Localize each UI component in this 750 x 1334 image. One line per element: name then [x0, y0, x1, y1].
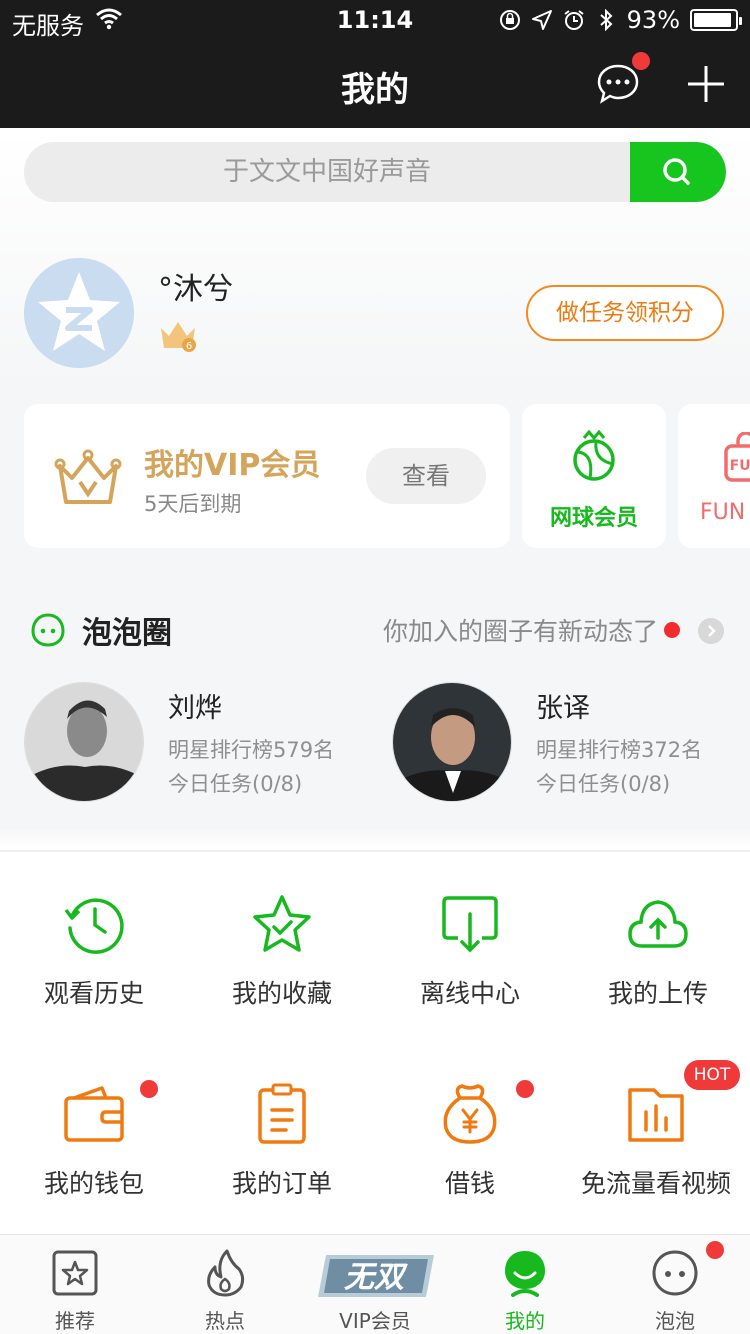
vip-member-card[interactable]: 我的VIP会员 5天后到期 查看 — [24, 404, 510, 548]
flame-icon — [207, 1249, 245, 1297]
star-portrait-image — [393, 683, 511, 801]
tab-recommend[interactable]: 推荐 — [0, 1235, 150, 1334]
tab-bubble[interactable]: 泡泡 — [600, 1235, 750, 1334]
task-points-button[interactable]: 做任务领积分 — [526, 285, 724, 341]
borrow-badge-dot — [516, 1080, 534, 1098]
grid-item-upload[interactable]: 我的上传 — [564, 892, 750, 1042]
hot-badge: HOT — [684, 1060, 740, 1090]
tennis-ball-icon — [573, 430, 615, 481]
message-icon[interactable] — [596, 62, 640, 106]
status-right: 93% — [499, 6, 742, 34]
star-card-liuye[interactable]: 刘烨 明星排行榜579名 今日任务(0/8) — [24, 680, 364, 804]
star-card-zhangyi[interactable]: 张译 明星排行榜372名 今日任务(0/8) — [392, 680, 732, 804]
star-portrait-image — [25, 683, 143, 801]
order-clipboard-icon — [258, 1083, 306, 1144]
favorite-star-icon — [253, 895, 311, 952]
history-icon — [64, 898, 124, 954]
section-divider — [0, 850, 750, 852]
alarm-icon — [564, 10, 584, 30]
tab-label: 泡泡 — [655, 1309, 695, 1333]
grid-item-label: 我的订单 — [231, 1169, 332, 1198]
wallet-icon — [64, 1086, 124, 1142]
tennis-member-card[interactable]: 网球会员 — [522, 404, 666, 548]
grid-item-borrow-money[interactable]: 借钱 — [376, 1080, 564, 1232]
money-bag-icon — [443, 1084, 497, 1144]
grid-item-label: 我的钱包 — [43, 1169, 144, 1198]
star-daily-task: 今日任务(0/8) — [536, 772, 671, 796]
fun-member-card[interactable]: FUN FUN — [678, 404, 750, 548]
message-unread-dot — [632, 52, 650, 70]
grid-item-label: 免流量看视频 — [580, 1169, 731, 1198]
grid-item-wallet[interactable]: 我的钱包 — [0, 1080, 188, 1232]
vip-title: 我的VIP会员 — [144, 448, 321, 483]
star-name: 刘烨 — [168, 693, 222, 724]
free-data-video-icon — [628, 1088, 684, 1142]
search-button[interactable] — [630, 142, 726, 202]
search-input[interactable] — [24, 142, 630, 202]
star-rank: 明星排行榜579名 — [168, 738, 335, 762]
avatar[interactable] — [24, 258, 134, 368]
svg-text:FUN: FUN — [730, 458, 750, 474]
tab-label: 推荐 — [55, 1309, 95, 1333]
bubble-update-dot — [664, 622, 680, 638]
star-daily-task: 今日任务(0/8) — [168, 772, 303, 796]
bluetooth-icon — [599, 9, 613, 31]
tab-label: 我的 — [505, 1309, 545, 1333]
grid-item-label: 观看历史 — [43, 979, 144, 1008]
bubble-tab-dot — [706, 1241, 724, 1259]
wushuang-logo: 无双 — [318, 1255, 434, 1297]
grid-item-free-data-video[interactable]: HOT 免流量看视频 — [562, 1060, 750, 1232]
grid-item-label: 我的收藏 — [231, 979, 332, 1008]
me-icon — [505, 1251, 545, 1297]
grid-item-label: 离线中心 — [419, 979, 520, 1008]
download-icon — [442, 896, 498, 953]
bubble-circle-update-note[interactable]: 你加入的圈子有新动态了 — [383, 612, 658, 648]
upload-cloud-icon — [628, 900, 688, 948]
tab-hot[interactable]: 热点 — [150, 1235, 300, 1334]
bubble-circle-title: 泡泡圈 — [82, 616, 172, 651]
star-name: 张译 — [536, 693, 590, 724]
grid-item-label: 借钱 — [444, 1169, 495, 1198]
grid-item-favorites[interactable]: 我的收藏 — [188, 892, 376, 1042]
top-bar: 无服务 11:14 93% 我的 — [0, 0, 750, 128]
search-bar — [24, 142, 726, 202]
star-photo — [392, 682, 512, 802]
status-bar: 无服务 11:14 93% — [0, 0, 750, 40]
battery-icon — [690, 9, 742, 31]
battery-percent: 93% — [626, 6, 680, 34]
star-photo — [24, 682, 144, 802]
fun-bag-icon: FUN — [724, 432, 750, 482]
add-icon[interactable] — [684, 62, 728, 106]
level-crown-icon: 6 — [161, 322, 196, 352]
tab-label: 热点 — [205, 1309, 245, 1333]
wushuang-logo-text: 无双 — [344, 1260, 408, 1295]
default-avatar-star-icon — [24, 258, 134, 368]
grid-item-label: 我的上传 — [607, 979, 708, 1008]
battery-fill — [694, 13, 731, 27]
tab-me[interactable]: 我的 — [450, 1235, 600, 1334]
vip-expiry: 5天后到期 — [144, 492, 242, 516]
star-rank: 明星排行榜372名 — [536, 738, 703, 762]
content: °沐兮 6 做任务领积分 我的VIP会员 5天后到期 查看 网球会员 — [0, 128, 750, 1234]
rotation-lock-icon — [499, 10, 520, 30]
star-square-icon — [52, 1250, 98, 1296]
grid-item-offline[interactable]: 离线中心 — [376, 892, 564, 1042]
location-arrow-icon — [531, 10, 552, 30]
grid-item-history[interactable]: 观看历史 — [0, 892, 188, 1042]
vip-crown-icon — [54, 449, 122, 504]
vip-view-button[interactable]: 查看 — [366, 448, 486, 504]
username[interactable]: °沐兮 — [158, 264, 233, 308]
tab-bar: 推荐 热点 无双 VIP会员 我的 泡泡 — [0, 1234, 750, 1334]
tab-label: VIP会员 — [339, 1309, 411, 1333]
level-number: 6 — [186, 341, 192, 352]
bubble-face-icon — [652, 1250, 698, 1296]
chevron-right-icon[interactable] — [698, 618, 724, 644]
wallet-badge-dot — [140, 1080, 158, 1098]
fun-member-label: FUN — [700, 500, 746, 525]
grid-item-orders[interactable]: 我的订单 — [188, 1082, 376, 1232]
search-icon — [663, 158, 690, 185]
tennis-member-label: 网球会员 — [549, 506, 638, 531]
bubble-circle-icon — [31, 613, 65, 647]
tab-vip[interactable]: 无双 VIP会员 — [300, 1235, 450, 1334]
